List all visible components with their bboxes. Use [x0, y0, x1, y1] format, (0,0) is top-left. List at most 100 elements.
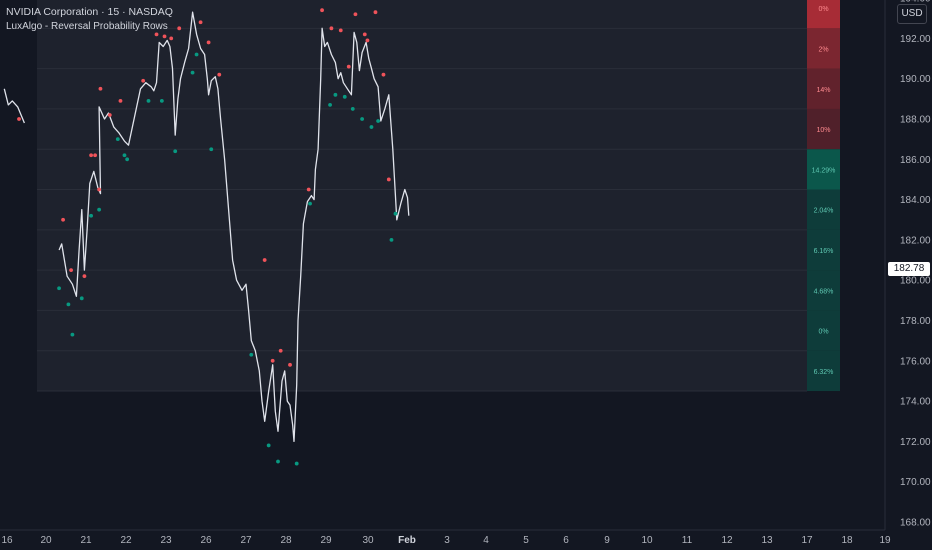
swing-low-marker	[328, 102, 332, 107]
swing-high-marker	[141, 78, 146, 83]
swing-high-marker	[346, 64, 351, 69]
swing-low-marker	[125, 157, 130, 162]
swing-low-marker	[115, 137, 120, 142]
price-axis-label: 182.00	[900, 235, 931, 246]
swing-high-marker	[98, 86, 103, 91]
swing-high-marker	[217, 72, 222, 77]
time-axis-label: 12	[721, 535, 733, 546]
price-axis-label: 192.00	[900, 34, 931, 45]
price-chart[interactable]: 0% 2% 14% 10% 14.29% 2.04% 6.16% 4.68% 0% 6.32% 19…	[0, 0, 932, 550]
time-axis-label: 10	[641, 535, 653, 546]
swing-high-marker	[365, 38, 370, 43]
price-axis-label: 180.00	[900, 276, 931, 287]
swing-high-marker	[373, 10, 378, 15]
probability-row-label: 14%	[816, 87, 830, 94]
swing-high-marker	[69, 268, 73, 273]
swing-low-marker	[294, 461, 299, 466]
swing-high-marker	[338, 28, 343, 33]
swing-high-marker	[278, 348, 283, 353]
swing-high-marker	[288, 362, 292, 367]
swing-low-marker	[122, 153, 127, 158]
time-axis-label: 4	[483, 535, 489, 546]
probability-row-cell	[807, 0, 840, 29]
time-axis-label: 11	[682, 535, 693, 546]
probability-row-label: 0%	[818, 329, 828, 336]
swing-high-marker	[89, 153, 94, 158]
swing-high-marker	[320, 8, 324, 13]
swing-high-marker	[353, 12, 358, 17]
swing-high-marker	[82, 274, 87, 279]
swing-high-marker	[306, 187, 311, 192]
swing-low-marker	[97, 207, 102, 212]
price-axis-label: 168.00	[900, 518, 931, 529]
swing-low-marker	[249, 352, 254, 357]
swing-high-marker	[169, 36, 174, 41]
swing-low-marker	[266, 443, 271, 448]
time-axis-label: 21	[80, 535, 92, 546]
time-axis-label: Feb	[398, 535, 416, 546]
swing-low-marker	[308, 201, 312, 206]
swing-low-marker	[389, 238, 394, 242]
price-axis-label: 170.00	[900, 477, 931, 488]
price-axis-label: 178.00	[900, 316, 931, 327]
swing-high-marker	[162, 34, 167, 39]
time-axis-label: 6	[563, 535, 569, 546]
swing-high-marker	[262, 258, 267, 262]
swing-high-marker	[381, 72, 386, 77]
probability-row-label: 6.32%	[814, 369, 834, 376]
price-axis-label: 172.00	[900, 437, 931, 448]
swing-low-marker	[70, 332, 75, 337]
time-axis-label: 23	[160, 535, 172, 546]
time-axis-label: 16	[1, 535, 13, 546]
swing-high-marker	[329, 26, 334, 31]
time-axis-label: 5	[523, 535, 529, 546]
probability-row-label: 4.68%	[814, 288, 834, 295]
swing-low-marker	[194, 52, 199, 57]
price-axis-label: 176.00	[900, 356, 931, 367]
swing-low-marker	[376, 119, 381, 123]
swing-high-marker	[198, 20, 203, 25]
swing-high-marker	[61, 217, 65, 222]
probability-row-label: 14.29%	[812, 167, 836, 174]
probability-row-label: 6.16%	[814, 248, 834, 255]
indicator-title[interactable]: LuxAlgo - Reversal Probability Rows	[6, 21, 168, 32]
swing-low-marker	[159, 98, 164, 103]
swing-low-marker	[57, 286, 61, 291]
probability-row-label: 0%	[818, 6, 828, 13]
price-axis-label: 174.00	[900, 397, 931, 408]
price-axis-label: 188.00	[900, 115, 931, 126]
swing-high-marker	[177, 26, 182, 31]
time-axis-label: 28	[280, 535, 292, 546]
time-axis-label: 26	[200, 535, 212, 546]
last-price-tag: 182.78	[888, 262, 930, 276]
probability-row-label: 2%	[818, 46, 828, 53]
swing-low-marker	[146, 98, 151, 103]
swing-high-marker	[206, 40, 211, 45]
currency-button[interactable]: USD	[897, 4, 927, 24]
price-axis-label: 184.00	[900, 195, 931, 206]
swing-high-marker	[118, 98, 123, 103]
probability-row-label: 10%	[816, 127, 830, 134]
swing-high-marker	[154, 32, 159, 37]
time-axis-label: 30	[362, 535, 374, 546]
swing-high-marker	[386, 177, 391, 182]
time-axis-label: 19	[879, 535, 891, 546]
probability-row-label: 2.04%	[814, 208, 834, 215]
swing-low-marker	[393, 211, 398, 216]
swing-low-marker	[350, 107, 355, 111]
indicator-area	[37, 0, 807, 392]
swing-low-marker	[333, 92, 338, 97]
symbol-title: NVIDIA Corporation · 15 · NASDAQ	[6, 6, 173, 18]
swing-low-marker	[89, 213, 94, 218]
swing-high-marker	[93, 153, 98, 158]
time-axis-label: 17	[801, 535, 813, 546]
time-axis-label: 22	[120, 535, 132, 546]
swing-high-marker	[270, 358, 275, 363]
price-axis-label: 186.00	[900, 155, 931, 166]
swing-low-marker	[276, 459, 280, 464]
price-axis-label: 190.00	[900, 74, 931, 85]
swing-low-marker	[209, 147, 214, 152]
swing-low-marker	[66, 302, 71, 307]
time-axis-label: 27	[240, 535, 252, 546]
swing-low-marker	[369, 125, 374, 129]
